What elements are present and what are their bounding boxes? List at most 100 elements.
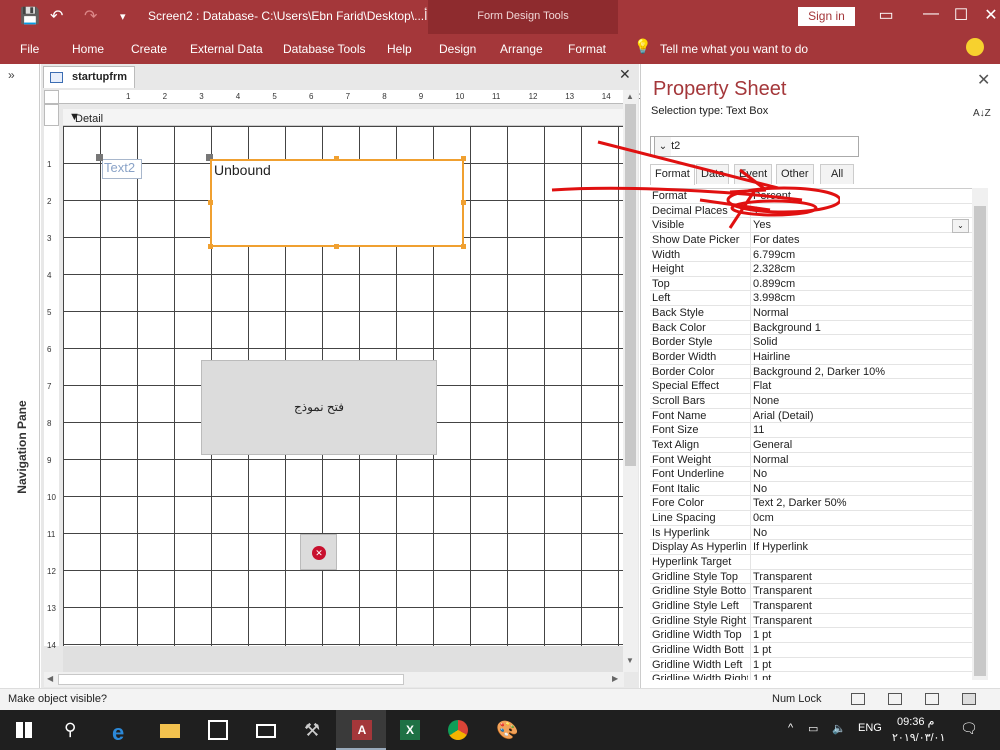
property-row[interactable]: Gridline Style Botto Transparent [650, 584, 972, 599]
tab-other-props[interactable]: Other [776, 164, 814, 184]
property-row[interactable]: Hyperlink Target [650, 555, 972, 570]
property-value[interactable]: Background 1 [753, 322, 821, 334]
property-row[interactable]: Height 2.328cm [650, 262, 972, 277]
property-value[interactable]: 11 [753, 424, 764, 436]
tab-create[interactable]: Create [131, 42, 167, 56]
property-value[interactable]: 1 [753, 205, 759, 217]
property-value[interactable]: Background 2, Darker 10% [753, 366, 885, 378]
property-value[interactable]: 3.998cm [753, 292, 795, 304]
property-value[interactable]: No [753, 483, 767, 495]
scroll-thumb[interactable] [625, 104, 636, 466]
property-value[interactable]: 1 pt [753, 659, 771, 671]
property-row[interactable]: Font Size 11 [650, 423, 972, 438]
taskbar-excel[interactable]: X [384, 710, 434, 750]
property-row[interactable]: Scroll Bars None [650, 393, 972, 409]
property-row[interactable]: Line Spacing 0cm [650, 511, 972, 526]
form-vertical-scrollbar[interactable]: ▲ ▼ [623, 90, 638, 672]
property-value[interactable]: Transparent [753, 615, 812, 627]
open-form-command-button[interactable]: فتح نموذج [201, 360, 437, 455]
property-value[interactable]: Percent [753, 190, 791, 202]
property-row[interactable]: Fore Color Text 2, Darker 50% [650, 496, 972, 512]
datasheet-view-icon[interactable] [888, 693, 902, 705]
move-handle[interactable] [96, 154, 103, 161]
document-tab-startupfrm[interactable]: startupfrm [43, 66, 135, 88]
taskbar-mail[interactable] [240, 710, 290, 750]
property-value[interactable]: Transparent [753, 600, 812, 612]
property-row[interactable]: Format Percent [650, 189, 972, 204]
property-value[interactable]: 0cm [753, 512, 774, 524]
chevron-down-icon[interactable]: ⌄ [654, 137, 671, 156]
control-selector-combo[interactable]: Text2 ⌄ [650, 136, 859, 157]
resize-handle[interactable] [208, 244, 213, 249]
taskbar-paint[interactable]: 🎨 [480, 710, 530, 750]
property-value[interactable]: Hairline [753, 351, 790, 363]
property-row[interactable]: Decimal Places 1 [650, 203, 972, 219]
search-button[interactable]: ⚲ [48, 710, 98, 750]
property-row[interactable]: Border Style Solid [650, 335, 972, 351]
clock-time[interactable]: 09:36 م [897, 715, 934, 728]
resize-handle[interactable] [334, 244, 339, 249]
property-value[interactable]: Arial (Detail) [753, 410, 814, 422]
property-value[interactable]: For dates [753, 234, 799, 246]
sort-icon[interactable]: A↓Z [973, 108, 991, 119]
show-hidden-icons[interactable]: ^ [788, 722, 793, 734]
property-value[interactable]: 2.328cm [753, 263, 795, 275]
resize-handle[interactable] [461, 200, 466, 205]
start-button[interactable] [0, 710, 50, 750]
form-horizontal-scrollbar[interactable]: ◀ ▶ [44, 672, 624, 687]
close-property-sheet-icon[interactable]: ✕ [977, 70, 990, 90]
property-value[interactable]: Normal [753, 454, 788, 466]
language-indicator[interactable]: ENG [858, 722, 882, 734]
close-document-icon[interactable]: ✕ [619, 66, 631, 83]
taskbar-file-explorer[interactable] [144, 710, 194, 750]
property-value[interactable]: 0.899cm [753, 278, 795, 290]
sign-in-button[interactable]: Sign in [798, 7, 855, 26]
property-row[interactable]: Gridline Style Left Transparent [650, 598, 972, 614]
taskbar-chrome[interactable] [432, 710, 482, 750]
minimize-icon[interactable]: — [916, 5, 946, 23]
property-value[interactable]: Transparent [753, 571, 812, 583]
property-value[interactable]: Text 2, Darker 50% [753, 497, 847, 509]
taskbar-access[interactable]: A [336, 710, 386, 750]
property-row[interactable]: Special Effect Flat [650, 379, 972, 394]
scroll-thumb[interactable] [974, 206, 986, 676]
design-view-icon[interactable] [962, 693, 976, 705]
property-row[interactable]: Top 0.899cm [650, 276, 972, 292]
property-row[interactable]: Show Date Picker For dates [650, 232, 972, 248]
property-row[interactable]: Text Align General [650, 437, 972, 453]
resize-handle[interactable] [334, 156, 339, 161]
navigation-pane-label[interactable]: Navigation Pane [15, 397, 29, 497]
property-row[interactable]: Font Name Arial (Detail) [650, 408, 972, 424]
property-value[interactable]: General [753, 439, 792, 451]
expand-nav-pane-icon[interactable]: » [8, 68, 15, 82]
property-value[interactable]: Flat [753, 380, 771, 392]
taskbar-store[interactable] [192, 710, 242, 750]
tab-arrange[interactable]: Arrange [500, 42, 543, 56]
property-value[interactable]: None [753, 395, 779, 407]
label-control-text2[interactable]: Text2 [102, 159, 142, 179]
property-row[interactable]: Font Weight Normal [650, 452, 972, 468]
feedback-smiley-icon[interactable] [966, 38, 984, 56]
tab-external-data[interactable]: External Data [190, 42, 263, 56]
close-command-button[interactable]: ✕ [300, 534, 337, 570]
property-value[interactable]: 6.799cm [753, 249, 795, 261]
clock-date[interactable]: ٢٠١٩/٠٣/٠١ [892, 731, 945, 744]
visible-dropdown-icon[interactable]: ⌄ [952, 219, 969, 233]
property-row[interactable]: Border Color Background 2, Darker 10% [650, 364, 972, 380]
tell-me-search[interactable]: Tell me what you want to do [660, 42, 808, 56]
taskbar-tools[interactable]: ⚒ [288, 710, 338, 750]
property-row[interactable]: Gridline Width Right 1 pt [650, 672, 972, 680]
property-value[interactable]: If Hyperlink [753, 541, 808, 553]
taskbar-edge[interactable]: e [96, 710, 146, 750]
scroll-left-icon[interactable]: ◀ [47, 674, 53, 683]
notifications-icon[interactable]: 🗨 [960, 720, 978, 737]
resize-handle[interactable] [461, 244, 466, 249]
property-row[interactable]: Gridline Style Right Transparent [650, 613, 972, 629]
property-row[interactable]: Back Color Background 1 [650, 320, 972, 336]
tab-design[interactable]: Design [439, 42, 476, 56]
scroll-up-icon[interactable]: ▲ [626, 92, 634, 101]
layout-view-icon[interactable] [925, 693, 939, 705]
property-value[interactable]: 1 pt [753, 673, 771, 680]
tab-data-props[interactable]: Data [696, 164, 730, 184]
detail-section-header[interactable]: ▼ Detail [63, 109, 623, 126]
